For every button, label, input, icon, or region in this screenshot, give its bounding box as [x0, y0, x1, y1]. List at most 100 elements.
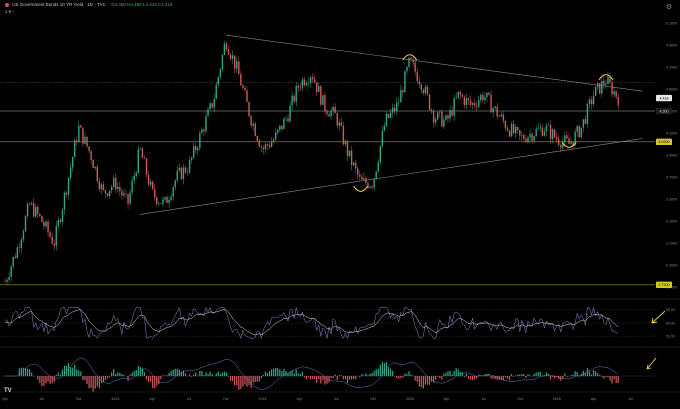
candle-body	[117, 187, 118, 189]
candle-body	[265, 144, 266, 149]
hist-bar	[378, 369, 379, 377]
hist-bar	[220, 374, 221, 376]
hist-bar	[540, 372, 541, 376]
candle-body	[287, 119, 288, 122]
candle-body	[127, 194, 128, 204]
hist-bar	[609, 376, 610, 380]
candle-body	[550, 125, 551, 139]
hist-bar	[304, 376, 305, 377]
candle-body	[505, 121, 506, 129]
hist-bar	[497, 376, 498, 380]
hist-bar	[380, 365, 381, 377]
hist-bar	[164, 376, 165, 377]
hist-bar	[294, 374, 295, 377]
x-tick-label: 2024	[259, 397, 267, 401]
candle-body	[240, 74, 241, 85]
hist-bar	[242, 376, 243, 386]
candle-body	[601, 81, 602, 94]
hist-bar	[431, 376, 432, 382]
candle-body	[343, 126, 344, 145]
candle-body	[293, 96, 294, 102]
candle-body	[369, 186, 370, 187]
candle-body	[433, 111, 434, 123]
hist-bar	[562, 376, 563, 379]
candle-body	[45, 222, 46, 227]
candle-body	[499, 116, 500, 117]
candle-body	[316, 82, 317, 92]
hist-bar	[105, 376, 106, 380]
chart-svg[interactable]: 5.10004.90004.70004.50004.30004.10003.90…	[0, 0, 680, 404]
candle-body	[97, 167, 98, 181]
candle-body	[515, 127, 516, 133]
candle-body	[613, 91, 614, 94]
x-tick-label: 2026	[553, 397, 561, 401]
x-tick-label: Oct	[76, 397, 82, 401]
x-tick-label: 2025	[406, 397, 414, 401]
hist-bar	[472, 376, 473, 380]
candle-body	[33, 203, 34, 216]
indicator-row[interactable]: 1 ▾ ‹	[5, 9, 14, 15]
candle-body	[76, 140, 77, 141]
candle-body	[41, 216, 42, 222]
y-tick-label: 4.5000	[666, 88, 677, 92]
candle-body	[513, 124, 514, 133]
price-label: 4.0200	[659, 140, 670, 144]
price-label: 4.418	[660, 96, 669, 100]
hist-bar	[230, 376, 231, 381]
hist-bar	[552, 376, 553, 377]
hist-bar	[513, 376, 514, 377]
gear-icon[interactable]: ⚙	[666, 3, 672, 11]
hist-bar	[326, 376, 327, 384]
y-tick-label: 3.3000	[666, 220, 677, 224]
hist-bar	[359, 376, 360, 377]
hist-bar	[408, 371, 409, 376]
candle-body	[497, 107, 498, 117]
symbol-line[interactable]: US Government Bonds 10 YR Yield · 1D · T…	[12, 2, 106, 7]
candle-body	[523, 135, 524, 139]
hist-bar	[160, 376, 161, 379]
candle-body	[347, 141, 348, 156]
candle-body	[261, 147, 262, 148]
hist-bar	[37, 376, 38, 380]
candle-body	[417, 72, 418, 81]
candle-body	[66, 193, 67, 195]
candle-body	[68, 178, 69, 195]
candle-body	[58, 220, 59, 226]
hist-bar	[374, 371, 375, 376]
hist-bar	[529, 375, 530, 376]
hist-bar	[212, 374, 213, 376]
candle-body	[207, 109, 208, 116]
candle-body	[56, 226, 57, 246]
hist-bar	[279, 369, 280, 376]
hist-bar	[123, 375, 124, 376]
hist-bar	[52, 376, 53, 383]
candle-body	[105, 190, 106, 194]
hist-bar	[415, 376, 416, 381]
candle-body	[109, 191, 110, 196]
hist-bar	[238, 376, 239, 390]
hist-bar	[505, 376, 506, 377]
hist-bar	[607, 376, 608, 377]
candle-body	[548, 125, 549, 126]
hist-bar	[363, 375, 364, 376]
candle-body	[99, 181, 100, 189]
chart-area[interactable]: 5.10004.90004.70004.50004.30004.10003.90…	[0, 0, 680, 404]
candle-body	[460, 92, 461, 95]
candle-body	[6, 280, 7, 282]
hist-bar	[570, 375, 571, 376]
hist-bar	[527, 374, 528, 376]
candle-body	[320, 86, 321, 105]
candle-body	[564, 135, 565, 141]
candle-body	[298, 86, 299, 88]
candle-body	[191, 158, 192, 160]
hist-bar	[201, 371, 202, 376]
candle-body	[579, 126, 580, 137]
candle-body	[170, 197, 171, 200]
hist-bar	[429, 376, 430, 385]
candle-body	[605, 84, 606, 85]
hist-bar	[333, 376, 334, 378]
hist-bar	[402, 376, 403, 378]
candle-body	[275, 133, 276, 140]
candle-body	[390, 113, 391, 118]
hist-bar	[413, 375, 414, 376]
